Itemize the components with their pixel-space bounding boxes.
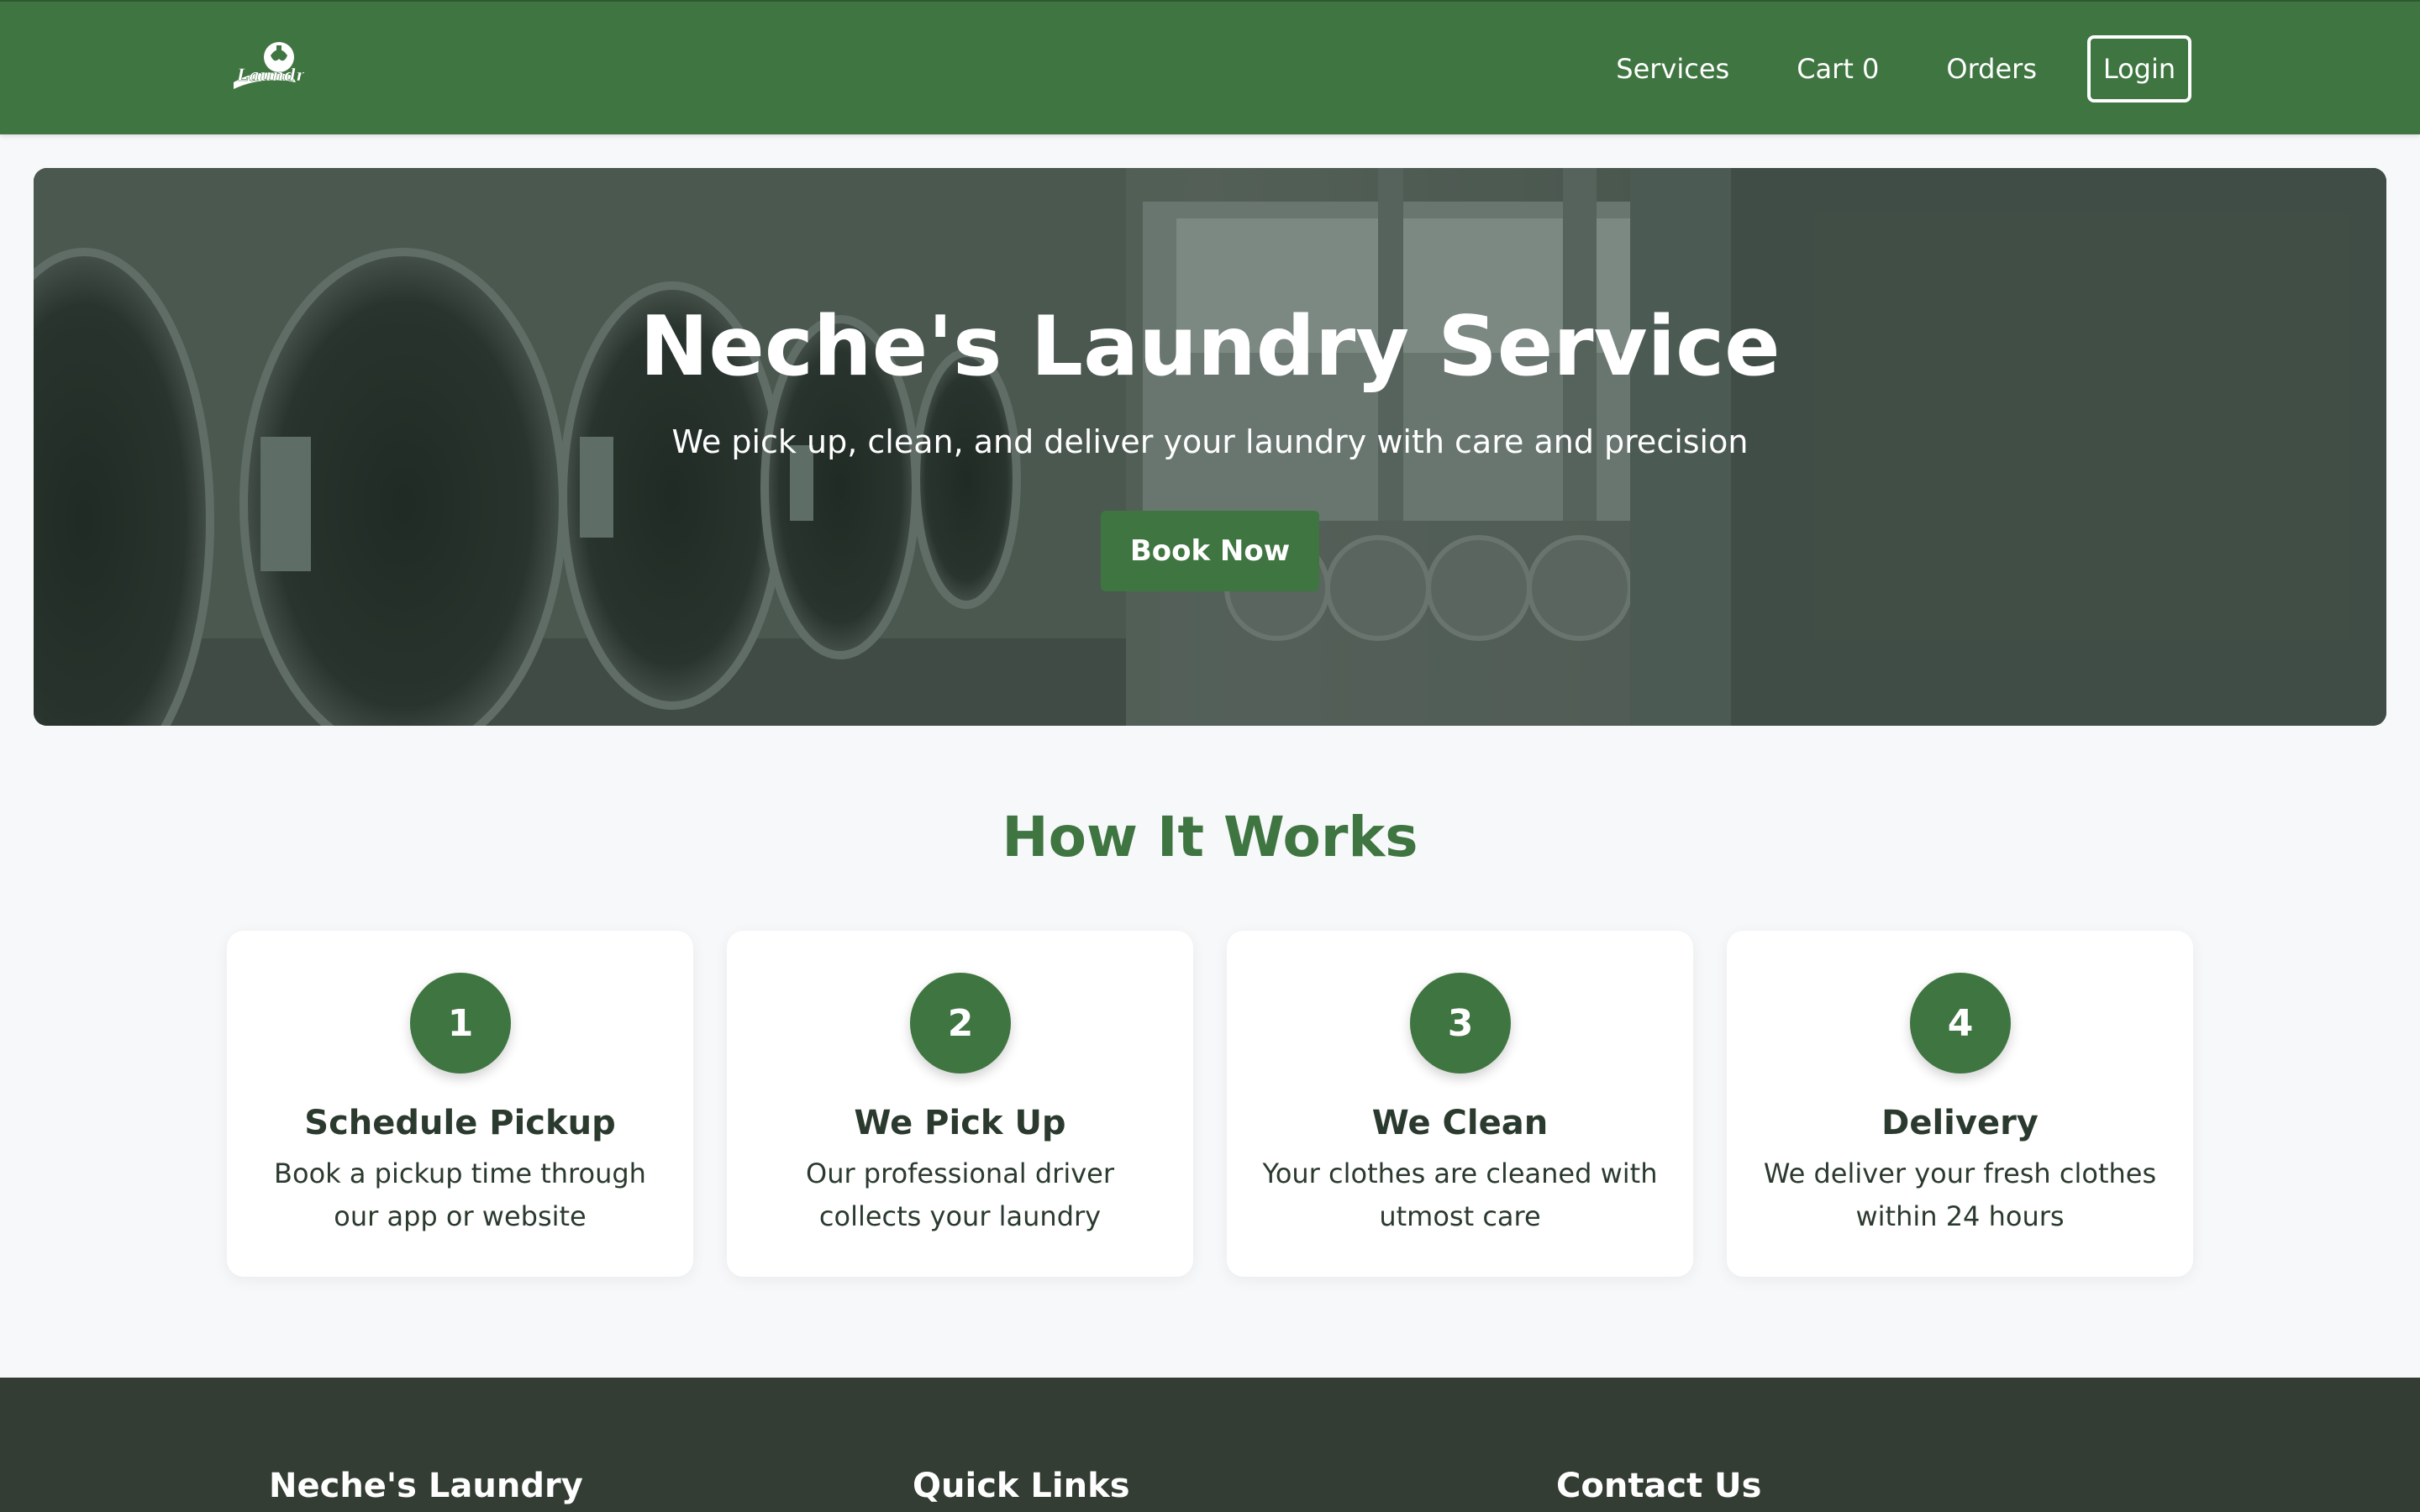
step-title: Schedule Pickup [304, 1104, 616, 1142]
step-description: We deliver your fresh clothes within 24 … [1763, 1158, 2157, 1232]
footer-quick-links-heading: Quick Links [913, 1467, 1130, 1505]
step-description: Your clothes are cleaned with utmost car… [1262, 1158, 1658, 1232]
footer: Neche's Laundry Quick Links Contact Us [0, 1378, 2420, 1512]
footer-contact-heading: Contact Us [1556, 1467, 1762, 1505]
step-number-badge: 2 [910, 973, 1011, 1074]
step-card: 1 Schedule Pickup Book a pickup time thr… [227, 931, 693, 1277]
step-title: We Clean [1371, 1104, 1549, 1142]
book-now-button[interactable]: Book Now [1101, 511, 1319, 591]
laundry-logo-icon[interactable]: Laundry [229, 39, 316, 97]
step-number-badge: 4 [1910, 973, 2011, 1074]
step-title: We Pick Up [854, 1104, 1066, 1142]
hero-banner: Neche's Laundry Service We pick up, clea… [34, 168, 2386, 726]
step-card: 4 Delivery We deliver your fresh clothes… [1727, 931, 2193, 1277]
step-description: Our professional driver collects your la… [806, 1158, 1114, 1232]
hero-subtitle: We pick up, clean, and deliver your laun… [671, 423, 1749, 460]
steps-list: 1 Schedule Pickup Book a pickup time thr… [227, 931, 2193, 1277]
how-it-works-title: How It Works [1002, 805, 1418, 869]
step-number-badge: 1 [410, 973, 511, 1074]
footer-brand-heading: Neche's Laundry [269, 1467, 583, 1505]
nav-link-cart[interactable]: Cart 0 [1797, 53, 1879, 85]
navbar: Laundry Services Cart 0 Orders Login [0, 0, 2420, 134]
nav-link-services[interactable]: Services [1616, 53, 1729, 85]
step-card: 3 We Clean Your clothes are cleaned with… [1227, 931, 1693, 1277]
step-number-badge: 3 [1410, 973, 1511, 1074]
login-button[interactable]: Login [2087, 35, 2191, 102]
hero-title: Neche's Laundry Service [639, 299, 1781, 395]
step-title: Delivery [1881, 1104, 2039, 1142]
svg-text:Laundry: Laundry [236, 65, 304, 85]
step-card: 2 We Pick Up Our professional driver col… [727, 931, 1193, 1277]
nav-link-orders[interactable]: Orders [1946, 53, 2037, 85]
main-nav: Services Cart 0 Orders Login [1616, 35, 2191, 102]
step-description: Book a pickup time through our app or we… [274, 1158, 646, 1232]
